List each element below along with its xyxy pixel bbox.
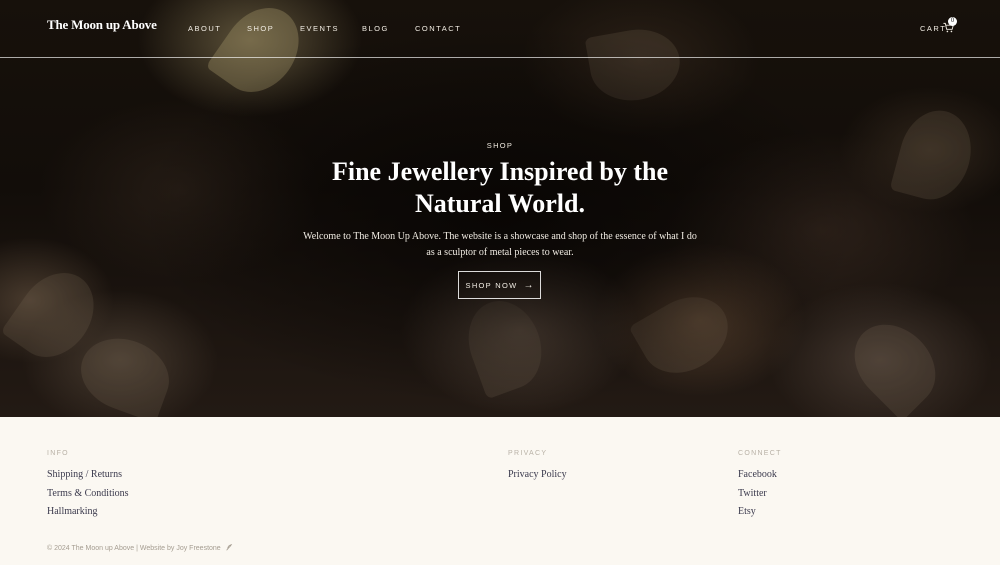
copyright-separator: |	[136, 545, 138, 552]
footer-privacy-heading: PRIVACY	[508, 450, 548, 457]
copyright-text: © 2024 The Moon up Above	[47, 545, 135, 552]
feather-icon	[225, 543, 232, 551]
shop-now-label: SHOP NOW	[465, 280, 518, 290]
website-credit-link[interactable]: Website by Joy Freestone	[140, 545, 221, 552]
footer-connect-column: CONNECT Facebook Twitter Etsy	[738, 450, 782, 524]
hero-headline: Fine Jewellery Inspired by the Natural W…	[331, 157, 669, 218]
footer-link-facebook[interactable]: Facebook	[738, 468, 782, 487]
copyright-line: © 2024 The Moon up Above | Website by Jo…	[47, 543, 233, 552]
hero-section: SHOP Fine Jewellery Inspired by the Natu…	[0, 0, 1000, 417]
footer-connect-heading: CONNECT	[738, 450, 782, 457]
footer-info-column: INFO Shipping / Returns Terms & Conditio…	[47, 450, 129, 524]
footer-info-heading: INFO	[47, 450, 69, 457]
hero-eyebrow: SHOP	[486, 141, 514, 150]
shop-now-button[interactable]: SHOP NOW →	[458, 271, 541, 299]
arrow-right-icon: →	[523, 279, 534, 291]
footer-link-privacy-policy[interactable]: Privacy Policy	[508, 468, 567, 487]
footer-privacy-column: PRIVACY Privacy Policy	[508, 450, 567, 487]
hero-intro: Welcome to The Moon Up Above. The websit…	[303, 231, 697, 258]
footer-link-twitter[interactable]: Twitter	[738, 487, 782, 506]
footer-link-terms[interactable]: Terms & Conditions	[47, 487, 129, 506]
site-footer: INFO Shipping / Returns Terms & Conditio…	[0, 417, 1000, 565]
footer-link-etsy[interactable]: Etsy	[738, 505, 782, 524]
footer-link-shipping[interactable]: Shipping / Returns	[47, 468, 129, 487]
footer-link-hallmarking[interactable]: Hallmarking	[47, 505, 129, 524]
